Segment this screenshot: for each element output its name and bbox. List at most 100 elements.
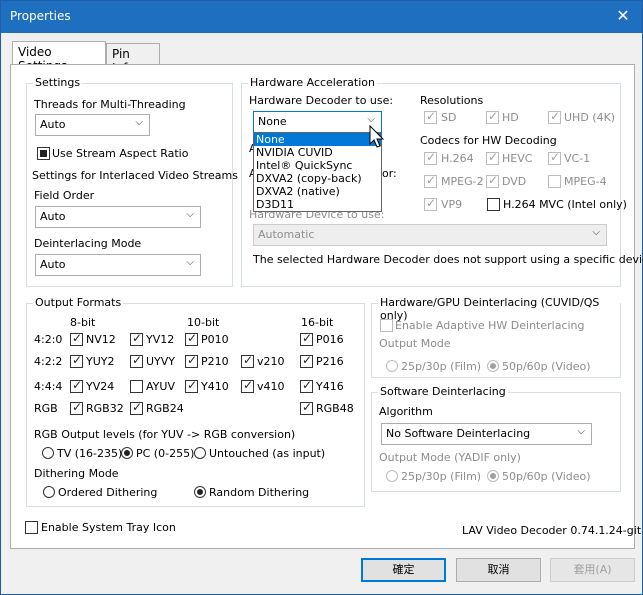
sw-mode-film-radio[interactable] (386, 470, 398, 482)
codec-mpeg2-checkbox[interactable] (424, 173, 437, 188)
fmt-y410-checkbox[interactable] (185, 378, 198, 393)
fmt-rgb32-label: RGB32 (86, 402, 124, 415)
fmt-p210-checkbox[interactable] (185, 353, 198, 368)
hw-decoder-label: Hardware Decoder to use: (249, 94, 394, 107)
level-pc-radio[interactable] (121, 447, 133, 459)
sw-mode-video-radio[interactable] (487, 470, 499, 482)
threads-value: Auto (40, 118, 66, 131)
fmt-yv12-label: YV12 (146, 333, 175, 346)
fmt-p216-label: P216 (316, 355, 344, 368)
fmt-rgb48-checkbox[interactable] (300, 400, 313, 415)
close-icon[interactable]: ✕ (612, 5, 634, 27)
codec-h264mvc-label: H.264 MVC (Intel only) (503, 198, 627, 211)
fmt-rgb32-checkbox[interactable] (70, 400, 83, 415)
fmt-p016-checkbox[interactable] (300, 331, 313, 346)
apply-button[interactable]: 套用(A) (550, 558, 635, 582)
fmt-yv12-checkbox[interactable] (130, 331, 143, 346)
tray-icon-label: Enable System Tray Icon (41, 521, 176, 534)
dropdown-option-none[interactable]: None (254, 133, 381, 146)
tray-icon-checkbox[interactable] (25, 521, 38, 534)
fmt-p216-checkbox[interactable] (300, 353, 313, 368)
threads-select[interactable]: Auto ⌵ (35, 114, 150, 136)
fmt-uyvy-checkbox[interactable] (130, 353, 143, 368)
level-pc-label: PC (0-255) (136, 447, 195, 460)
algorithm-label: Algorithm (379, 405, 433, 418)
codec-vp9-label: VP9 (441, 198, 463, 211)
level-untouched-radio[interactable] (194, 447, 206, 459)
codec-h264-checkbox[interactable] (424, 150, 437, 165)
fmt-yv24-label: YV24 (86, 380, 115, 393)
dropdown-option-nvidia-cuvid[interactable]: NVIDIA CUVID (254, 146, 381, 159)
levels-title: RGB Output levels (for YUV -> RGB conver… (34, 428, 296, 441)
dither-title: Dithering Mode (34, 467, 119, 480)
fmt-v410-checkbox[interactable] (241, 378, 254, 393)
fmt-yv24-checkbox[interactable] (70, 378, 83, 393)
hw-accel-group-title: Hardware Acceleration (248, 76, 377, 89)
codec-vc1-checkbox[interactable] (548, 150, 561, 165)
fmt-v210-checkbox[interactable] (241, 353, 254, 368)
deint-mode-select[interactable]: Auto ⌵ (35, 254, 201, 276)
fmt-v210-label: v210 (257, 355, 285, 368)
field-order-value: Auto (40, 210, 66, 223)
dropdown-option-dxva2-copyback[interactable]: DXVA2 (copy-back) (254, 172, 381, 185)
fmt-y410-label: Y410 (201, 380, 229, 393)
fmt-ayuv-checkbox[interactable] (130, 380, 143, 393)
aspect-ratio-label: Use Stream Aspect Ratio (52, 147, 189, 160)
dropdown-option-dxva2-native[interactable]: DXVA2 (native) (254, 185, 381, 198)
hw-mode-video-radio[interactable] (487, 360, 499, 372)
dither-random-radio[interactable] (194, 486, 206, 498)
tab-pin-info[interactable]: Pin Info (106, 43, 160, 75)
level-untouched-label: Untouched (as input) (209, 447, 326, 460)
adaptive-hw-deint-label: Enable Adaptive HW Deinterlacing (395, 319, 585, 332)
hw-decoder-select[interactable]: None ⌵ (253, 111, 382, 133)
codec-h264mvc-checkbox[interactable] (487, 198, 500, 211)
codec-vc1-label: VC-1 (564, 152, 591, 165)
codec-hevc-checkbox[interactable] (486, 150, 499, 165)
row-label-420: 4:2:0 (34, 333, 63, 346)
hw-mode-film-label: 25p/30p (Film) (401, 360, 482, 373)
sw-output-mode-label: Output Mode (YADIF only) (379, 451, 521, 464)
fmt-nv12-checkbox[interactable] (70, 331, 83, 346)
aspect-ratio-checkbox[interactable] (37, 147, 50, 160)
fmt-y416-checkbox[interactable] (300, 378, 313, 393)
threads-label: Threads for Multi-Threading (34, 98, 186, 111)
fmt-rgb24-checkbox[interactable] (130, 400, 143, 415)
hw-mode-film-radio[interactable] (386, 360, 398, 372)
field-order-select[interactable]: Auto ⌵ (35, 206, 201, 228)
hw-device-select[interactable]: Automatic ⌵ (253, 224, 607, 246)
dither-ordered-radio[interactable] (43, 486, 55, 498)
row-label-444: 4:4:4 (34, 380, 63, 393)
codec-mpeg4-label: MPEG-4 (564, 175, 607, 188)
tab-video-settings[interactable]: Video Settings (12, 41, 106, 73)
codec-vp9-checkbox[interactable] (424, 196, 437, 211)
dropdown-option-intel-quicksync[interactable]: Intel® QuickSync (254, 159, 381, 172)
res-hd-checkbox[interactable] (486, 109, 499, 124)
codec-hevc-label: HEVC (502, 152, 533, 165)
cancel-button[interactable]: 取消 (456, 558, 541, 582)
hw-partial-label-3: or: (382, 167, 397, 180)
sw-mode-video-label: 50p/60p (Video) (502, 470, 591, 483)
fmt-p010-checkbox[interactable] (185, 331, 198, 346)
codec-mpeg4-checkbox[interactable] (548, 175, 561, 188)
chevron-down-icon: ⌵ (186, 209, 194, 220)
fmt-yuy2-checkbox[interactable] (70, 353, 83, 368)
hw-output-mode-label: Output Mode (379, 337, 451, 350)
codec-dvd-checkbox[interactable] (486, 173, 499, 188)
fmt-p010-label: P010 (201, 333, 229, 346)
algorithm-value: No Software Deinterlacing (386, 427, 531, 440)
dropdown-option-d3d11[interactable]: D3D11 (254, 198, 381, 211)
ok-button[interactable]: 確定 (361, 558, 446, 582)
chevron-down-icon: ⌵ (186, 257, 194, 268)
res-uhd-checkbox[interactable] (548, 109, 561, 124)
fmt-rgb24-label: RGB24 (146, 402, 184, 415)
adaptive-hw-deint-checkbox[interactable] (380, 319, 393, 332)
fmt-nv12-label: NV12 (86, 333, 116, 346)
hw-decoder-value: None (258, 115, 287, 128)
output-formats-title: Output Formats (33, 296, 124, 309)
field-order-label: Field Order (34, 189, 95, 202)
algorithm-select[interactable]: No Software Deinterlacing ⌵ (381, 423, 592, 445)
level-tv-radio[interactable] (42, 447, 54, 459)
fmt-uyvy-label: UYVY (146, 355, 176, 368)
res-sd-checkbox[interactable] (424, 109, 437, 124)
hw-device-value: Automatic (258, 228, 315, 241)
